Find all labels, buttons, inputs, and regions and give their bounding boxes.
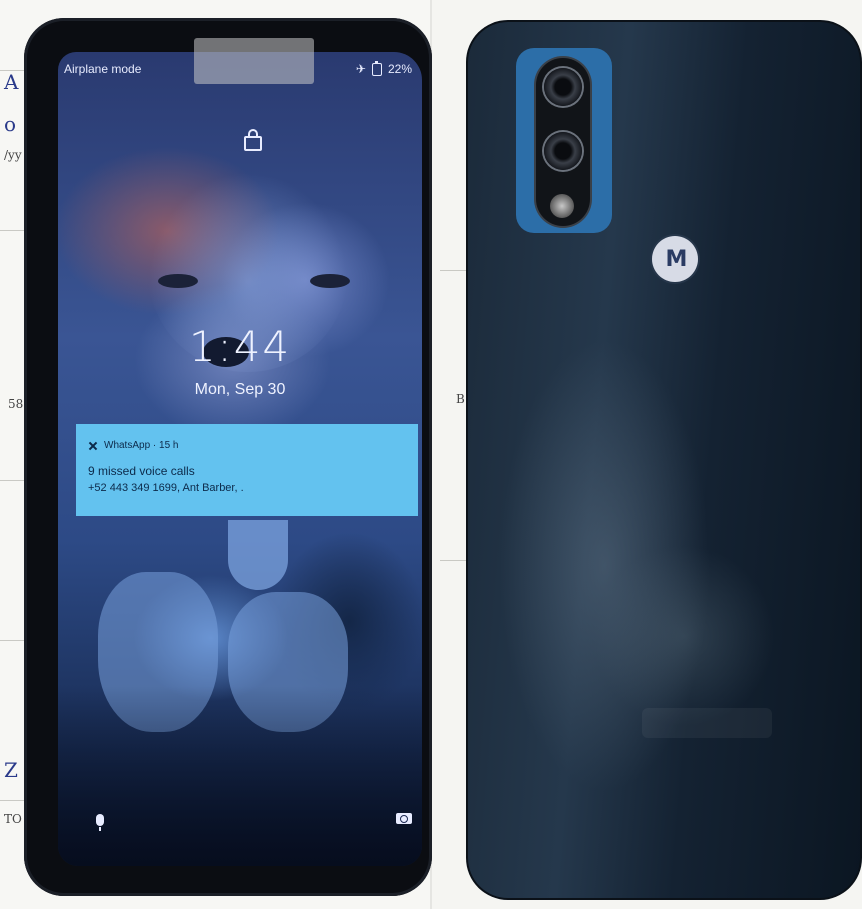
faint-carrier-branding [642, 708, 772, 738]
whatsapp-notification[interactable]: WhatsApp · 15 h 9 missed voice calls +52… [76, 424, 418, 516]
wallpaper-dog-tongue [228, 520, 288, 590]
camera-module [516, 48, 612, 233]
motorola-logo-mark: M [665, 246, 688, 272]
phone-back: M [466, 20, 862, 900]
notification-app: WhatsApp · 15 h [104, 440, 179, 451]
paper-note: A [4, 70, 19, 94]
paper-note: 58 [8, 397, 24, 411]
paper-line [440, 560, 468, 561]
paper-note: /yy [4, 148, 22, 162]
secondary-camera-lens [544, 132, 582, 170]
battery-percentage: 22% [387, 62, 412, 76]
camera-lens-strip [536, 58, 590, 226]
tape-strip [194, 38, 314, 84]
lock-screen-date: Mon, Sep 30 [194, 381, 286, 398]
camera-flash [550, 194, 574, 218]
wallpaper-dog-eye [310, 274, 350, 288]
paper-note: Z [4, 758, 18, 782]
paper-note: o [4, 112, 17, 136]
paper-note: B [456, 392, 465, 406]
status-icons: ✈ 22% [355, 60, 412, 76]
phone-front: Airplane mode ✈ 22% 1:44 Mon, Sep 30 Wha… [24, 18, 432, 896]
paper-line [440, 270, 468, 271]
notification-header: WhatsApp · 15 h [88, 440, 178, 451]
battery-icon [371, 60, 382, 76]
notification-body: +52 443 349 1699, Ant Barber, . [88, 482, 244, 494]
camera-icon[interactable] [396, 813, 412, 824]
main-camera-lens [544, 68, 582, 106]
lock-icon[interactable] [244, 129, 262, 151]
paper-note: TO [4, 812, 22, 826]
airplane-mode-label: Airplane mode [64, 62, 142, 76]
mic-icon[interactable] [96, 814, 104, 831]
lock-screen-time: 1:44 [188, 322, 292, 371]
motorola-logo-icon: M [652, 236, 698, 282]
wallpaper-shadow [58, 686, 422, 866]
notification-title: 9 missed voice calls [88, 464, 195, 478]
whatsapp-icon [88, 441, 98, 451]
lock-screen: Airplane mode ✈ 22% 1:44 Mon, Sep 30 Wha… [58, 52, 422, 866]
wallpaper-dog-eye [158, 274, 198, 288]
airplane-icon: ✈ [355, 62, 366, 76]
